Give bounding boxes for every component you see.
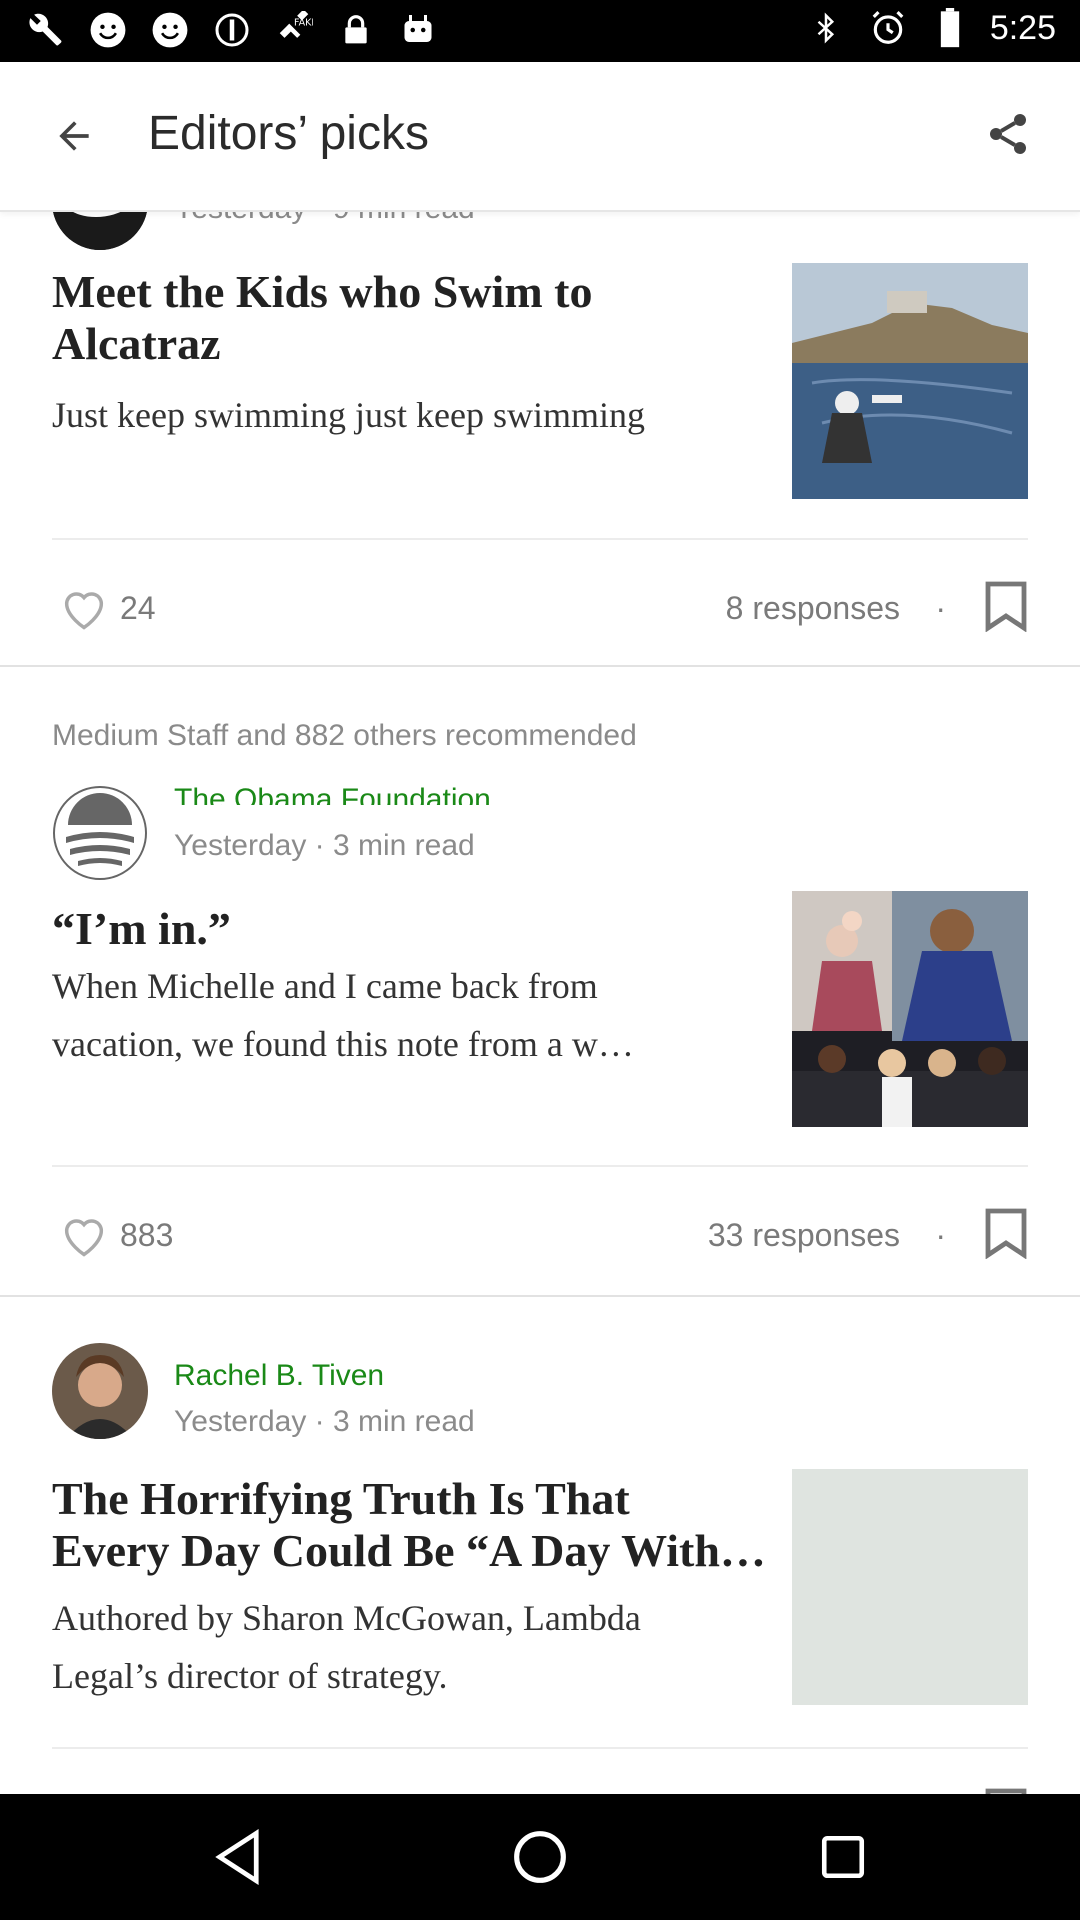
nav-recents-button[interactable] — [810, 1824, 876, 1890]
avatar — [52, 210, 148, 250]
smiley-icon — [86, 8, 130, 52]
article-card[interactable]: Rachel B. Tiven Yesterday · 3 min read T… — [0, 1297, 1080, 1794]
like-count: 883 — [120, 1217, 174, 1253]
bluetooth-icon — [804, 6, 848, 50]
article-subtitle: When Michelle and I came back from vacat… — [52, 966, 634, 1064]
bookmark-icon[interactable] — [984, 580, 1028, 632]
page-title: Editors’ picks — [148, 107, 429, 160]
lock-icon — [334, 8, 378, 52]
author-name[interactable]: Rachel B. Tiven — [174, 1359, 384, 1393]
author-name[interactable]: The Obama Foundation — [174, 783, 491, 805]
clock-time: 5:25 — [989, 8, 1056, 47]
responses-link[interactable]: 8 responses — [726, 590, 900, 627]
home-circle-icon — [514, 1831, 566, 1883]
app-bar: Editors’ picks — [0, 62, 1080, 212]
article-headline[interactable]: “I’m in.” — [52, 903, 752, 955]
responses-link[interactable]: 33 responses — [708, 1217, 900, 1254]
article-meta: Yesterday · 3 min read — [174, 829, 475, 862]
satellite-icon: FAKE — [272, 8, 316, 52]
article-thumbnail[interactable] — [792, 1469, 1028, 1705]
signal-blocked-icon — [210, 8, 254, 52]
article-headline[interactable]: The Horrifying Truth Is That Every Day C… — [52, 1473, 772, 1577]
share-icon — [990, 114, 1026, 154]
like-count: 24 — [120, 590, 156, 626]
divider — [52, 538, 1028, 540]
article-subtitle: Just keep swimming just keep swimming — [52, 395, 645, 435]
separator-dot: · — [935, 1217, 946, 1253]
article-headline[interactable]: Meet the Kids who Swim to Alcatraz — [52, 266, 752, 370]
article-thumbnail[interactable] — [792, 891, 1028, 1127]
heart-icon[interactable] — [58, 1209, 110, 1261]
alarm-icon — [866, 6, 910, 50]
bookmark-icon[interactable] — [984, 1207, 1028, 1259]
recents-square-icon — [821, 1835, 865, 1879]
status-bar: FAKE 5:25 — [0, 0, 1080, 62]
bookmark-icon[interactable] — [984, 1787, 1028, 1794]
nav-back-button[interactable] — [206, 1824, 272, 1890]
svg-text:FAKE: FAKE — [294, 17, 313, 28]
android-icon — [396, 8, 440, 52]
article-meta: Yesterday · 9 min read — [174, 210, 475, 226]
article-card[interactable]: Yesterday · 9 min read Meet the Kids who… — [0, 210, 1080, 665]
avatar — [52, 785, 148, 881]
share-button[interactable] — [974, 100, 1042, 168]
arrow-left-icon — [59, 121, 89, 151]
back-button[interactable] — [40, 102, 108, 170]
wrench-icon — [24, 8, 68, 52]
divider — [52, 1165, 1028, 1167]
feed: Yesterday · 9 min read Meet the Kids who… — [0, 210, 1080, 1794]
heart-icon[interactable] — [58, 1787, 110, 1794]
back-triangle-icon — [215, 1829, 259, 1885]
article-meta: Yesterday · 3 min read — [174, 1405, 475, 1438]
smiley-icon — [148, 8, 192, 52]
article-subtitle: Authored by Sharon McGowan, Lambda Legal… — [52, 1598, 641, 1696]
divider — [52, 1747, 1028, 1749]
nav-home-button[interactable] — [507, 1824, 573, 1890]
navigation-bar — [0, 1794, 1080, 1920]
separator-dot: · — [935, 590, 946, 626]
article-card[interactable]: Medium Staff and 882 others recommended … — [0, 667, 1080, 1295]
heart-icon[interactable] — [58, 582, 110, 634]
avatar — [52, 1343, 148, 1439]
recommendation-note: Medium Staff and 882 others recommended — [52, 719, 637, 752]
article-thumbnail[interactable] — [792, 263, 1028, 499]
battery-icon — [928, 6, 972, 50]
